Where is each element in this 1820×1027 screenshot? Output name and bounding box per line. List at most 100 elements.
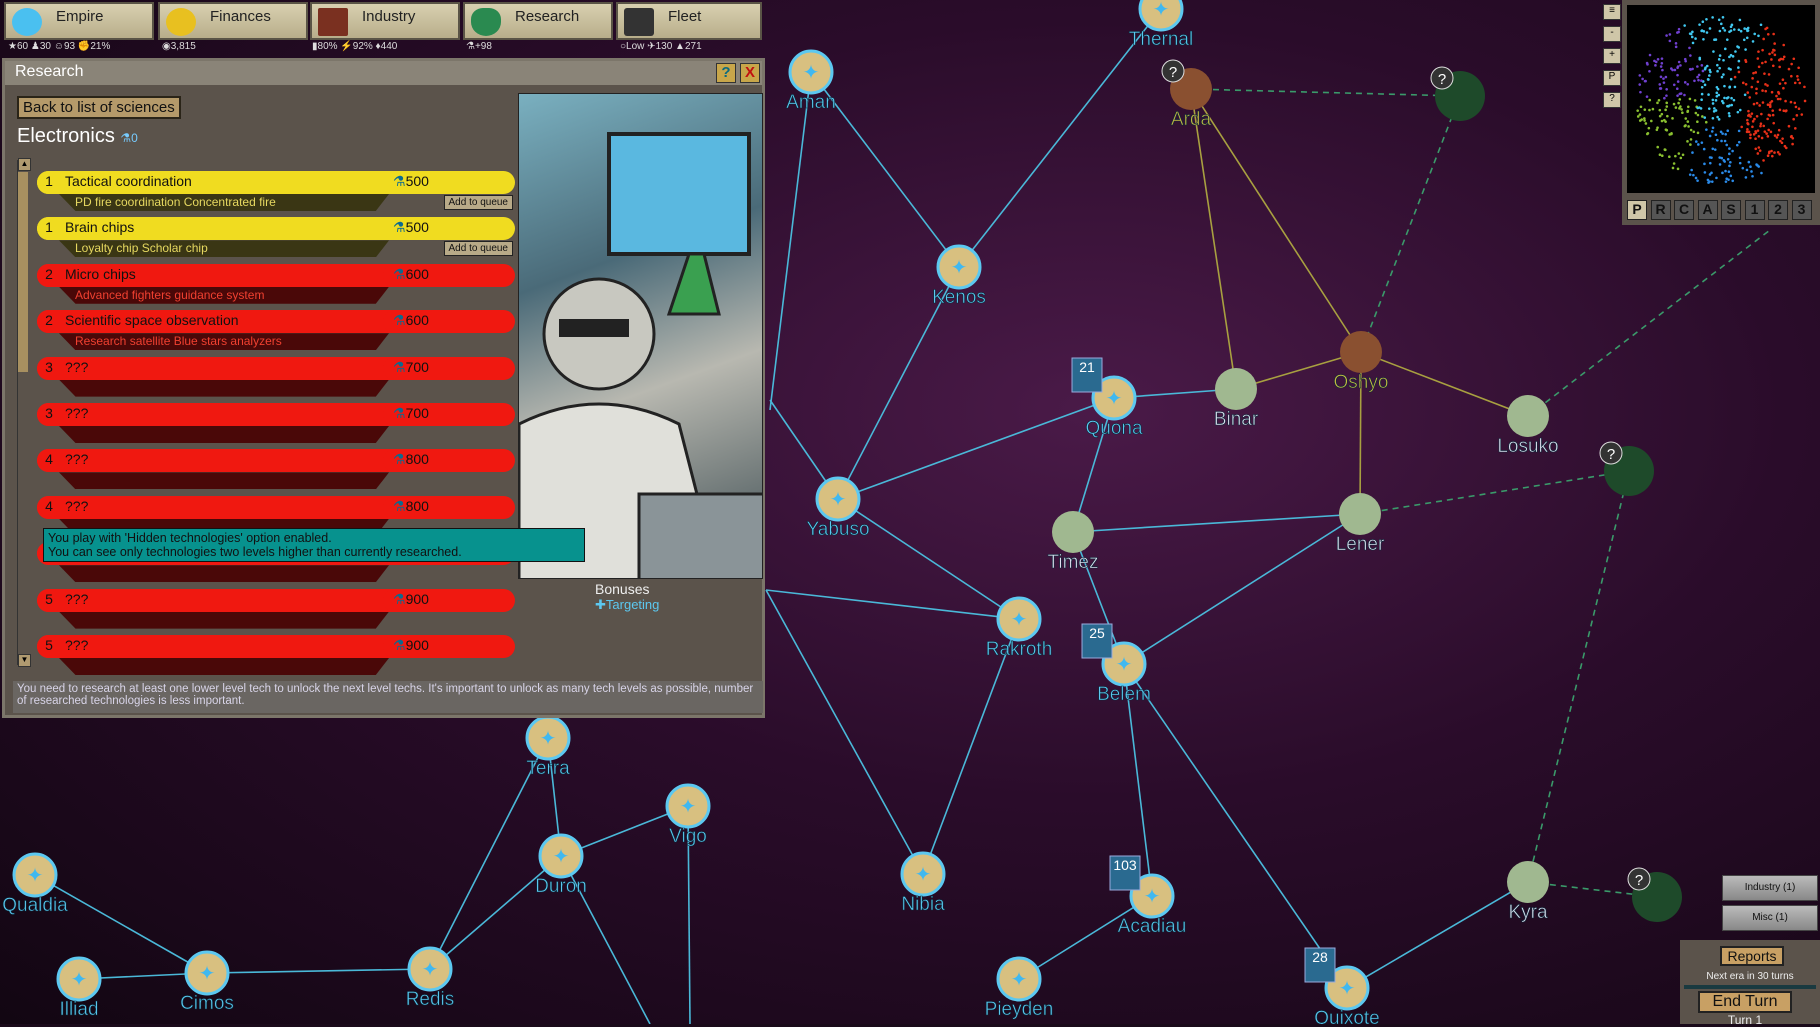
star-arda[interactable]: ? Arda (1161, 59, 1212, 130)
star-quona[interactable]: ✦ Quona 21 (1071, 357, 1143, 439)
tech-row[interactable]: ??? 3 ⚗700 (37, 403, 515, 447)
hyperlane (1072, 513, 1361, 533)
tech-row[interactable]: ??? 5 ⚗900 (37, 588, 515, 633)
tab-research[interactable]: Research (463, 2, 613, 40)
star-redis[interactable]: ✦ Redis (405, 946, 455, 1010)
star-quixote[interactable]: ✦ Quixote 28 (1304, 947, 1380, 1024)
star-timez[interactable]: Timez (1047, 511, 1099, 573)
star-cimos[interactable]: ✦ Cimos (180, 950, 234, 1014)
star-unexplored[interactable]: ? (1430, 66, 1485, 121)
tech-row[interactable]: Research satellite Blue stars analyzers … (37, 310, 515, 354)
star-lener[interactable]: Lener (1335, 493, 1385, 555)
scroll-thumb[interactable] (18, 172, 28, 372)
star-binar[interactable]: Binar (1214, 368, 1259, 430)
star-aman[interactable]: ✦ Aman (786, 49, 836, 113)
minimap-star (1738, 161, 1742, 165)
minimap-star (1722, 73, 1725, 76)
add-to-queue-button[interactable]: Add to queue (443, 241, 513, 257)
minimap-star (1696, 65, 1699, 68)
minimap-star (1701, 69, 1705, 73)
minimap-star (1737, 59, 1741, 63)
star-rakroth[interactable]: ✦ Rakroth (985, 596, 1053, 660)
minimap-star (1675, 87, 1679, 91)
minimap-mode-p[interactable]: P (1627, 200, 1647, 220)
eagle-icon: ✦ (199, 963, 216, 985)
tab-empire[interactable]: Empire (4, 2, 154, 40)
minimap-star (1739, 29, 1743, 33)
minimap-star (1710, 130, 1714, 133)
notification-industry[interactable]: Industry (1) (1722, 875, 1818, 901)
star-belem[interactable]: ✦ Belem 25 (1081, 623, 1151, 705)
minimap-star (1716, 138, 1719, 142)
minimap-mode-c[interactable]: C (1674, 200, 1694, 220)
star-yabuso[interactable]: ✦ Yabuso (806, 476, 870, 540)
minimap-mode-s[interactable]: S (1721, 200, 1741, 220)
star-name: Quixote (1314, 1008, 1379, 1024)
tab-industry[interactable]: Industry (310, 2, 460, 40)
star-qualdia[interactable]: ✦ Qualdia (2, 852, 68, 916)
close-button[interactable]: X (740, 63, 760, 83)
tab-finances[interactable]: Finances (158, 2, 308, 40)
star-unexplored[interactable]: ? (1627, 867, 1682, 922)
minimap-star (1719, 22, 1723, 26)
minimap-side-button[interactable]: - (1603, 26, 1621, 42)
tech-row[interactable]: Advanced fighters guidance system Micro … (37, 263, 515, 308)
star-thernal[interactable]: ✦ Thernal (1128, 0, 1194, 50)
star-nibia[interactable]: ✦ Nibia (900, 851, 946, 915)
tech-row[interactable]: ??? 4 ⚗800 (37, 449, 515, 493)
minimap-side-button[interactable]: ≡ (1603, 4, 1621, 20)
minimap-star (1771, 113, 1775, 117)
add-to-queue-button[interactable]: Add to queue (443, 195, 513, 210)
star-oshyo[interactable]: Oshyo (1333, 331, 1389, 393)
planet-icon (1052, 511, 1094, 553)
star-terra[interactable]: ✦ Terra (525, 715, 571, 779)
minimap-star (1777, 92, 1781, 95)
minimap-star (1753, 32, 1757, 36)
star-unexplored[interactable]: ? (1599, 441, 1654, 496)
end-turn-button[interactable]: End Turn (1698, 991, 1792, 1013)
tech-row[interactable]: Loyalty chip Scholar chip Brain chips 1 … (37, 217, 515, 261)
back-to-sciences-button[interactable]: Back to list of sciences (17, 96, 181, 119)
minimap-mode-2[interactable]: 2 (1768, 200, 1788, 220)
minimap-side-button[interactable]: ? (1603, 92, 1621, 108)
scroll-up-button[interactable]: ▲ (18, 158, 31, 171)
tech-row[interactable]: ??? 3 ⚗700 (37, 356, 515, 401)
minimap-mode-a[interactable]: A (1697, 200, 1718, 220)
star-pieyden[interactable]: ✦ Pieyden (984, 956, 1054, 1020)
minimap-mode-1[interactable]: 1 (1744, 200, 1765, 220)
tech-row[interactable]: ??? 5 ⚗900 (37, 635, 515, 679)
star-illiad[interactable]: ✦ Illiad (56, 956, 102, 1020)
minimap-star (1643, 117, 1646, 120)
star-name: Binar (1214, 409, 1259, 430)
minimap-star (1767, 113, 1771, 117)
minimap-mode-r[interactable]: R (1650, 200, 1671, 220)
minimap-star (1711, 98, 1715, 102)
eagle-icon: ✦ (1339, 978, 1356, 1000)
eagle-icon: ✦ (1116, 654, 1133, 676)
minimap-mode-3[interactable]: 3 (1791, 200, 1812, 220)
minimap-star (1772, 48, 1775, 52)
scroll-down-button[interactable]: ▼ (18, 654, 31, 667)
reports-button[interactable]: Reports (1720, 946, 1784, 966)
help-button[interactable]: ? (716, 63, 736, 83)
minimap-star (1746, 128, 1749, 131)
star-name: Aman (786, 92, 836, 113)
minimap-star (1738, 18, 1742, 22)
star-vigo[interactable]: ✦ Vigo (665, 783, 711, 847)
star-losuko[interactable]: Losuko (1497, 395, 1559, 457)
star-kyra[interactable]: Kyra (1507, 861, 1549, 923)
star-kenos[interactable]: ✦ Kenos (932, 244, 986, 308)
notification-misc[interactable]: Misc (1) (1722, 905, 1818, 931)
minimap-star (1708, 27, 1712, 30)
minimap-side-button[interactable]: + (1603, 48, 1621, 64)
minimap-star (1729, 29, 1733, 32)
tab-fleet[interactable]: Fleet (616, 2, 762, 40)
planet-icon (1507, 395, 1549, 437)
star-duron[interactable]: ✦ Duron (535, 833, 587, 897)
tech-row[interactable]: PD fire coordination Concentrated fire T… (37, 171, 515, 215)
panel-header: Research ? X (5, 61, 762, 85)
tech-list-scrollbar[interactable]: ▲ ▼ (17, 158, 31, 667)
minimap[interactable]: PRCAS123 (1622, 0, 1820, 225)
minimap-view[interactable] (1627, 5, 1815, 193)
minimap-side-button[interactable]: P (1603, 70, 1621, 86)
